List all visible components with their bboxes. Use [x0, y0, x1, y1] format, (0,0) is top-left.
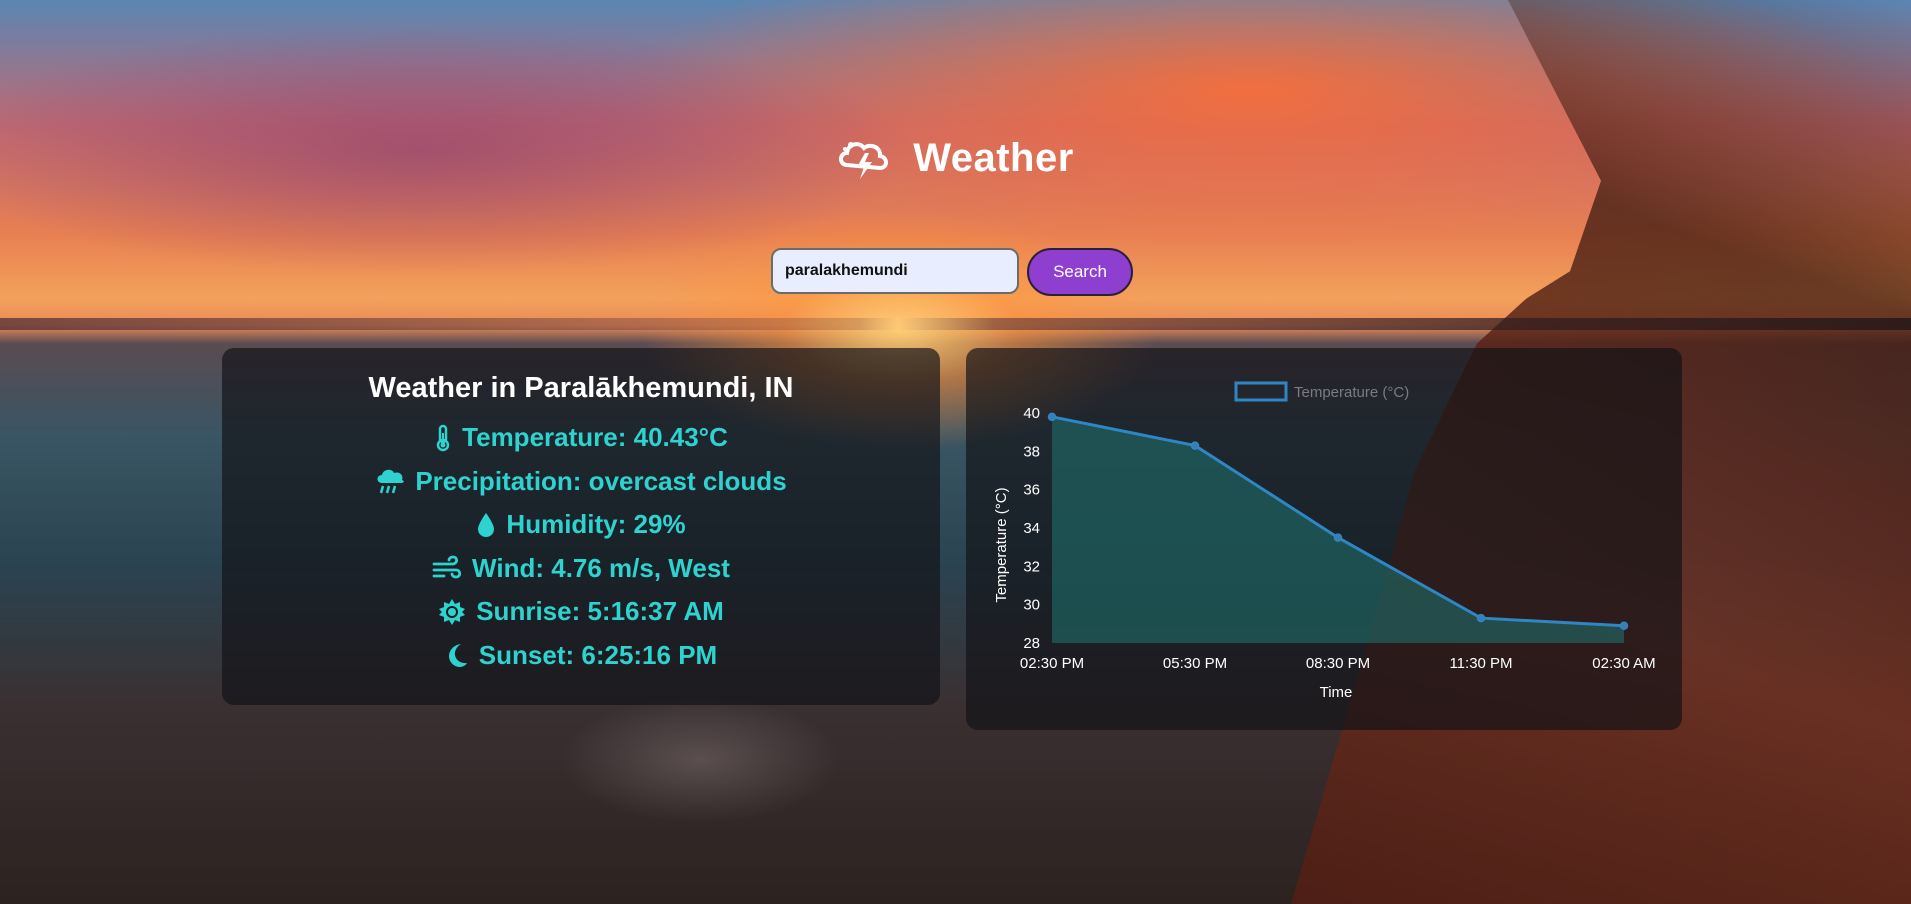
sunrise-text: Sunrise: 5:16:37 AM: [476, 596, 724, 627]
sunset-text: Sunset: 6:25:16 PM: [478, 639, 718, 670]
wind-text: Wind: 4.76 m/s, West: [472, 552, 730, 583]
sunset-row: Sunset: 6:25:16 PM: [222, 634, 940, 678]
temperature-point: [1190, 441, 1200, 450]
x-tick-label: 05:30 PM: [1163, 655, 1227, 672]
cloud-rain-icon: [377, 470, 405, 494]
x-axis-label: Time: [1320, 684, 1353, 701]
y-axis-label: Temperature (°C): [993, 487, 1010, 602]
search-input[interactable]: [771, 248, 1019, 294]
weather-details-list: Temperature: 40.43°C Precipitation: over…: [222, 416, 940, 677]
humidity-text: Humidity: 29%: [506, 509, 686, 540]
y-tick-label: 32: [1023, 558, 1040, 575]
background-horizon: [0, 318, 1911, 330]
temperature-point: [1619, 621, 1629, 630]
search-bar: Search: [771, 248, 1133, 296]
weather-heading: Weather in Paralākhemundi, IN: [368, 372, 794, 404]
search-button[interactable]: Search: [1027, 248, 1133, 296]
wind-row: Wind: 4.76 m/s, West: [222, 547, 940, 591]
weather-logo-icon: [839, 142, 889, 179]
temperature-point: [1476, 613, 1486, 623]
y-tick-label: 36: [1023, 482, 1040, 499]
weather-info-panel: Weather in Paralākhemundi, IN Temperatur…: [222, 348, 940, 705]
temperature-area-fill: [1052, 416, 1624, 643]
temperature-text: Temperature: 40.43°C: [462, 422, 728, 453]
x-tick-label: 02:30 PM: [1020, 655, 1084, 672]
temperature-point: [1047, 412, 1057, 422]
temperature-chart-panel: Temperature (°C) Temperature (°C) Time 4…: [966, 348, 1682, 730]
y-tick-label: 30: [1023, 597, 1040, 614]
thermometer-icon: [436, 424, 450, 451]
legend-label: Temperature (°C): [1294, 384, 1409, 401]
chart-plot: 40 38 36 34 32 30 28 02:30 PM 05:30 PM 08:30 PM 11…: [1020, 405, 1656, 672]
humidity-row: Humidity: 29%: [222, 503, 940, 547]
x-tick-label: 02:30 AM: [1592, 655, 1655, 672]
y-tick-label: 38: [1023, 443, 1040, 460]
y-tick-label: 40: [1023, 405, 1040, 422]
droplet-icon: [478, 512, 495, 537]
x-tick-label: 08:30 PM: [1306, 655, 1370, 672]
y-tick-label: 28: [1023, 635, 1040, 652]
legend-swatch: [1234, 381, 1288, 402]
precipitation-text: Precipitation: overcast clouds: [415, 465, 787, 496]
y-tick-label: 34: [1023, 520, 1040, 537]
moon-icon: [448, 644, 467, 668]
temperature-row: Temperature: 40.43°C: [222, 416, 940, 460]
temperature-chart: Temperature (°C) Temperature (°C) Time 4…: [993, 381, 1656, 701]
sunrise-row: Sunrise: 5:16:37 AM: [222, 590, 940, 634]
chart-legend: Temperature (°C): [1234, 381, 1409, 402]
app-title: Weather: [913, 135, 1074, 180]
wind-icon: [432, 555, 462, 579]
app-header: Weather: [0, 135, 1911, 181]
precipitation-row: Precipitation: overcast clouds: [222, 460, 940, 504]
x-tick-label: 11:30 PM: [1449, 655, 1512, 672]
temperature-point: [1333, 533, 1343, 542]
sun-icon: [439, 598, 466, 625]
